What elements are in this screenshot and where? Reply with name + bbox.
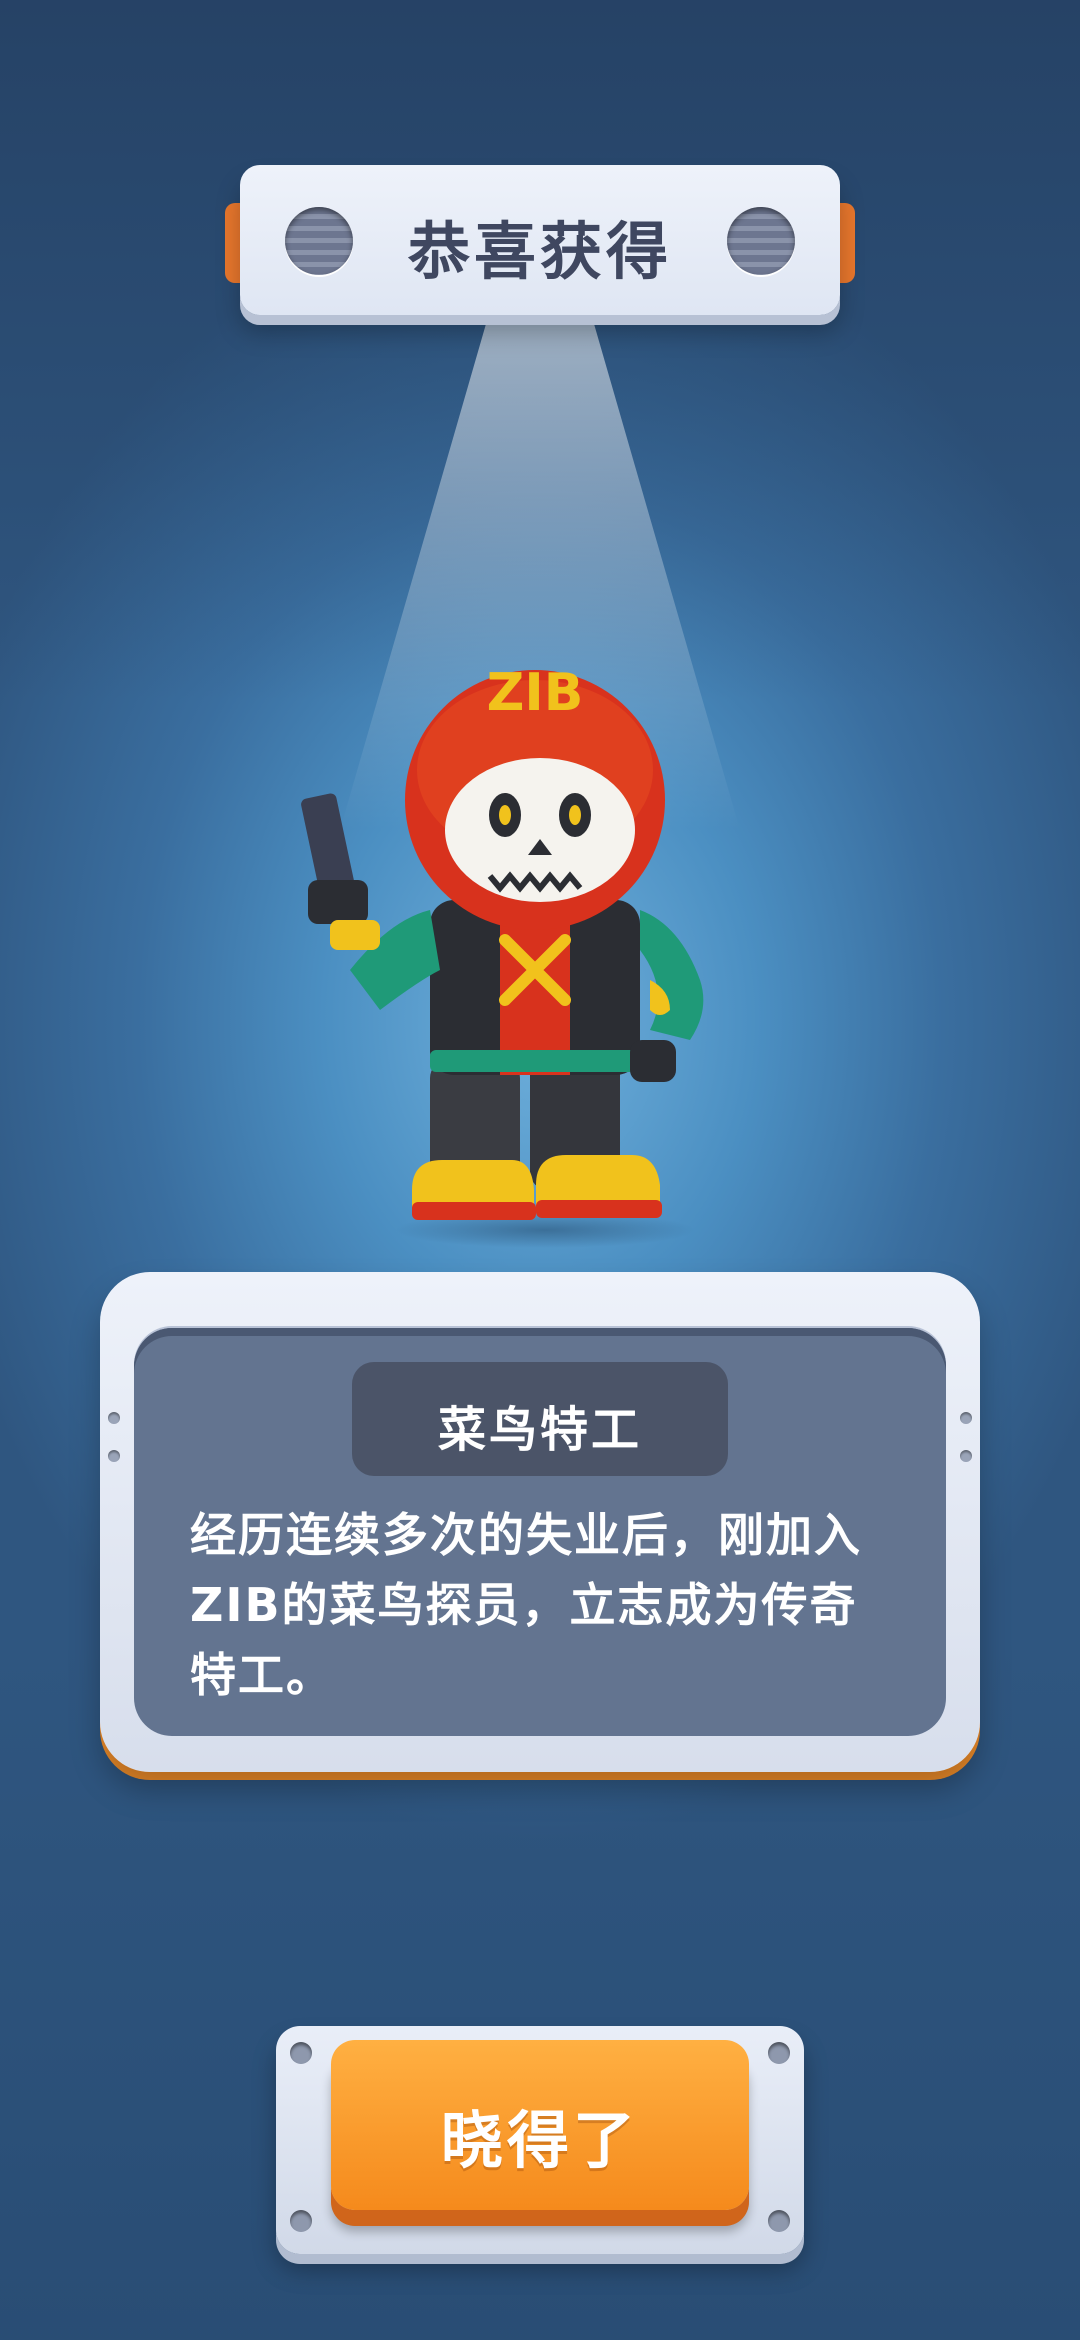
reward-info-card: 菜鸟特工 经历连续多次的失业后，刚加入ZIB的菜鸟探员，立志成为传奇特工。 — [100, 1272, 980, 1780]
bolt-icon — [108, 1450, 120, 1462]
confirm-button-label: 晓得了 — [440, 2104, 639, 2177]
screw-icon — [290, 2042, 312, 2064]
screw-icon — [290, 2210, 312, 2232]
screw-icon — [768, 2210, 790, 2232]
svg-text:ZIB: ZIB — [487, 663, 584, 723]
character-skin-illustration: ZIB — [301, 663, 704, 1248]
page-title: 恭喜获得 — [407, 215, 672, 288]
title-plate: 恭喜获得 — [225, 165, 855, 315]
confirm-button-plate: 晓得了 — [276, 2026, 804, 2254]
bolt-icon — [960, 1412, 972, 1424]
confirm-button[interactable]: 晓得了 — [331, 2040, 749, 2210]
screw-icon — [768, 2042, 790, 2064]
reward-name-badge: 菜鸟特工 — [352, 1362, 728, 1476]
reward-name: 菜鸟特工 — [437, 1402, 642, 1458]
reward-description: 经历连续多次的失业后，刚加入ZIB的菜鸟探员，立志成为传奇特工。 — [190, 1508, 862, 1702]
bolt-icon — [108, 1412, 120, 1424]
bolt-icon — [960, 1450, 972, 1462]
reward-screen: 恭喜获得 ZIB 菜鸟特工 经历连续多次的失业后，刚加入ZIB的菜鸟探员，立志成… — [0, 0, 1080, 2340]
